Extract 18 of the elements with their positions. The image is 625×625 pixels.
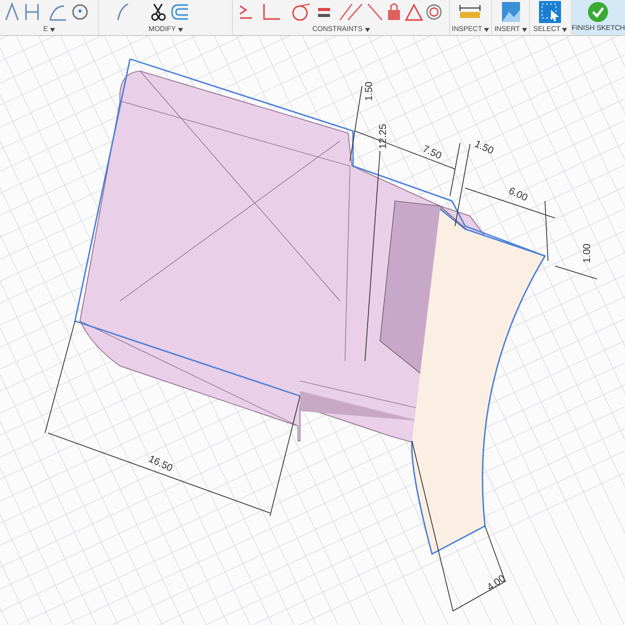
image-icon[interactable] [502, 2, 520, 22]
caret-icon [522, 28, 527, 32]
caret-icon [562, 28, 568, 32]
caret-icon [50, 28, 55, 32]
caret-icon [484, 28, 490, 32]
dimension-label[interactable]: 6.00 [506, 186, 530, 204]
check-icon [588, 2, 608, 22]
select-icon[interactable] [539, 1, 562, 23]
dimension-label[interactable]: 7.50 [420, 144, 444, 162]
dimension-label[interactable]: 1.00 [582, 244, 593, 263]
dimension-label[interactable]: 16.50 [146, 454, 174, 474]
dimension-label[interactable]: 12.25 [378, 124, 389, 149]
dimension-label[interactable]: 4.00 [485, 573, 508, 594]
caret-icon [178, 28, 183, 32]
caret-icon [364, 28, 370, 32]
dimension-label[interactable]: 1.50 [364, 82, 375, 101]
dimension-label[interactable]: 1.50 [472, 138, 496, 157]
measure-icon[interactable] [459, 3, 482, 21]
